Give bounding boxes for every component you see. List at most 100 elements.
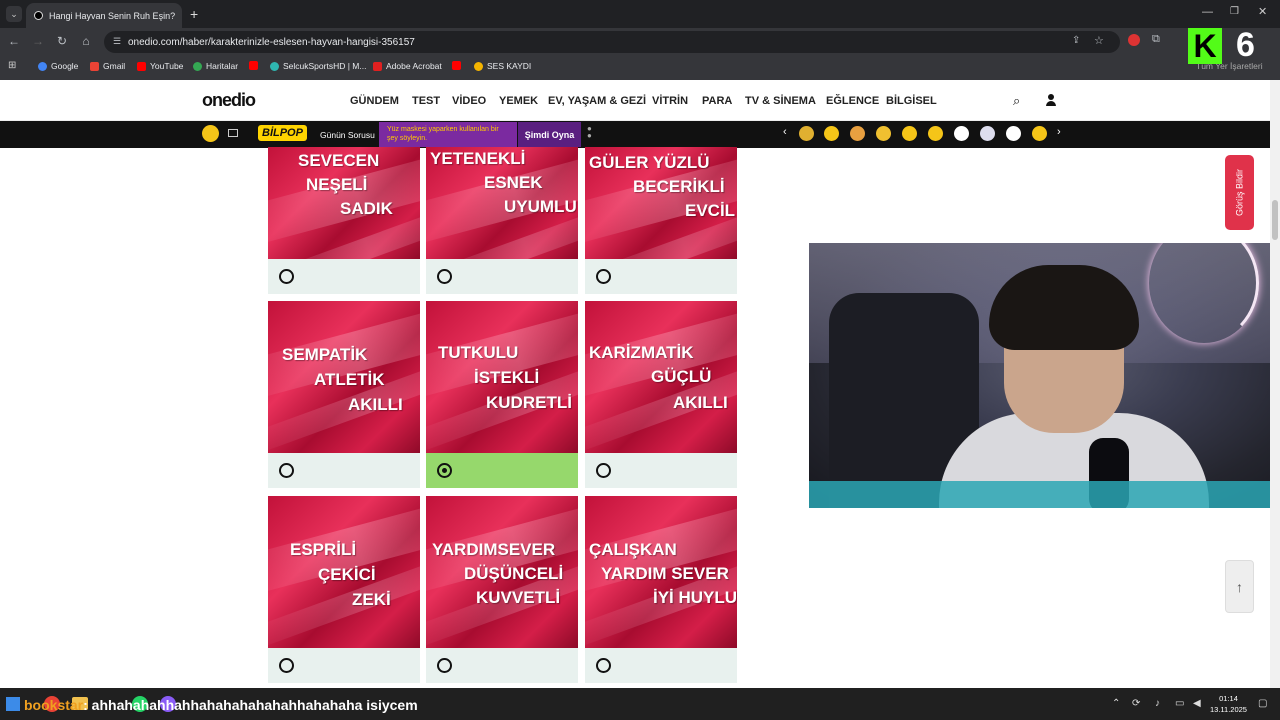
bilpop-question[interactable]: Yüz maskesi yaparken kullanılan bir şey … bbox=[379, 122, 517, 147]
bookmark-maps[interactable]: Haritalar bbox=[193, 61, 238, 71]
bilpop-play-button[interactable]: Şimdi Oyna bbox=[518, 122, 581, 147]
back-arrow-icon[interactable]: ← bbox=[6, 34, 22, 48]
quiz-option-image[interactable]: TUTKULU İSTEKLİ KUDRETLİ bbox=[426, 301, 578, 453]
quiz-option-card[interactable]: GÜLER YÜZLÜ BECERİKLİ EVCİL bbox=[585, 147, 737, 294]
tray-mic-icon[interactable]: ♪ bbox=[1155, 698, 1160, 709]
nav-yemek[interactable]: YEMEK bbox=[499, 95, 538, 107]
bilpop-card-icon[interactable] bbox=[228, 129, 238, 137]
install-icon[interactable]: ⇪ bbox=[1072, 35, 1080, 46]
feedback-button[interactable]: Görüş Bildir bbox=[1225, 155, 1254, 230]
quiz-answer-row[interactable] bbox=[268, 453, 420, 488]
forward-arrow-icon[interactable]: → bbox=[30, 34, 46, 48]
radio-unchecked-icon[interactable] bbox=[279, 463, 294, 478]
radio-unchecked-icon[interactable] bbox=[279, 658, 294, 673]
nav-video[interactable]: VİDEO bbox=[452, 95, 486, 107]
window-restore-icon[interactable]: ❐ bbox=[1230, 6, 1239, 17]
radio-unchecked-icon[interactable] bbox=[596, 269, 611, 284]
quiz-option-image[interactable]: SEVECEN NEŞELİ SADIK bbox=[268, 147, 420, 259]
quiz-answer-row[interactable] bbox=[426, 648, 578, 683]
emoji-reaction-icon[interactable] bbox=[876, 126, 891, 141]
quiz-option-card[interactable]: SEMPATİK ATLETİK AKILLI bbox=[268, 301, 420, 488]
quiz-option-image[interactable]: YARDIMSEVER DÜŞÜNCELİ KUVVETLİ bbox=[426, 496, 578, 648]
user-icon[interactable] bbox=[1046, 94, 1056, 106]
radio-unchecked-icon[interactable] bbox=[437, 269, 452, 284]
bookmark-gmail[interactable]: Gmail bbox=[90, 61, 125, 71]
quiz-option-card[interactable]: YARDIMSEVER DÜŞÜNCELİ KUVVETLİ bbox=[426, 496, 578, 683]
quiz-option-card[interactable]: ÇALIŞKAN YARDIM SEVER İYİ HUYLU bbox=[585, 496, 737, 683]
bookmark-ses-kaydi[interactable]: SES KAYDI bbox=[474, 61, 531, 71]
emoji-reaction-icon[interactable] bbox=[928, 126, 943, 141]
bookmark-google[interactable]: Google bbox=[38, 61, 78, 71]
tray-network-icon[interactable]: ▭ bbox=[1175, 698, 1184, 709]
emoji-reaction-icon[interactable] bbox=[954, 126, 969, 141]
emoji-next-icon[interactable]: › bbox=[1057, 126, 1061, 138]
quiz-answer-row[interactable] bbox=[585, 648, 737, 683]
nav-vitrin[interactable]: VİTRİN bbox=[652, 95, 688, 107]
emoji-reaction-icon[interactable] bbox=[1032, 126, 1047, 141]
quiz-option-image[interactable]: ESPRİLİ ÇEKİCİ ZEKİ bbox=[268, 496, 420, 648]
quiz-option-image[interactable]: KARİZMATİK GÜÇLÜ AKILLI bbox=[585, 301, 737, 453]
quiz-option-image[interactable]: SEMPATİK ATLETİK AKILLI bbox=[268, 301, 420, 453]
quiz-answer-row[interactable] bbox=[268, 259, 420, 294]
bilpop-more-icon[interactable]: ● ● bbox=[587, 125, 592, 140]
quiz-option-card[interactable]: TUTKULU İSTEKLİ KUDRETLİ bbox=[426, 301, 578, 488]
quiz-answer-row[interactable] bbox=[585, 259, 737, 294]
quiz-answer-row[interactable] bbox=[585, 453, 737, 488]
bookmark-youtube-3[interactable] bbox=[452, 61, 461, 70]
tray-chevron-icon[interactable]: ⌃ bbox=[1112, 698, 1120, 709]
bookmark-star-icon[interactable]: ☆ bbox=[1094, 34, 1104, 47]
search-icon[interactable]: ⌕ bbox=[1013, 93, 1020, 109]
page-scrollbar[interactable] bbox=[1270, 80, 1280, 688]
emoji-reaction-icon[interactable] bbox=[980, 126, 995, 141]
emoji-prev-icon[interactable]: ‹ bbox=[783, 126, 787, 138]
window-close-icon[interactable]: ✕ bbox=[1258, 5, 1267, 18]
quiz-option-image[interactable]: GÜLER YÜZLÜ BECERİKLİ EVCİL bbox=[585, 147, 737, 259]
quiz-option-card[interactable]: ESPRİLİ ÇEKİCİ ZEKİ bbox=[268, 496, 420, 683]
home-icon[interactable]: ⌂ bbox=[78, 34, 94, 48]
nav-bilgisel[interactable]: BİLGİSEL bbox=[886, 95, 937, 107]
emoji-reaction-icon[interactable] bbox=[902, 126, 917, 141]
tab-search-button[interactable]: ⌄ bbox=[6, 6, 22, 22]
radio-unchecked-icon[interactable] bbox=[279, 269, 294, 284]
radio-unchecked-icon[interactable] bbox=[596, 463, 611, 478]
apps-grid-icon[interactable]: ⊞ bbox=[8, 60, 16, 71]
bookmark-selcuksports[interactable]: SelcukSportsHD | M... bbox=[270, 61, 366, 71]
quiz-answer-row[interactable] bbox=[426, 259, 578, 294]
address-bar[interactable]: ☰ onedio.com/haber/karakterinizle-eslese… bbox=[104, 31, 1120, 53]
quiz-answer-row[interactable] bbox=[268, 648, 420, 683]
bilpop-logo[interactable]: BİLPOP bbox=[258, 125, 307, 141]
emoji-reaction-icon[interactable] bbox=[824, 126, 839, 141]
notification-icon[interactable]: ▢ bbox=[1258, 698, 1267, 709]
tray-volume-icon[interactable]: ◀ bbox=[1193, 698, 1201, 709]
extension-icon[interactable] bbox=[1128, 34, 1140, 46]
radio-unchecked-icon[interactable] bbox=[596, 658, 611, 673]
nav-para[interactable]: PARA bbox=[702, 95, 732, 107]
emoji-reaction-icon[interactable] bbox=[1006, 126, 1021, 141]
site-info-icon[interactable]: ☰ bbox=[113, 36, 121, 47]
scroll-top-button[interactable]: ↑ bbox=[1225, 560, 1254, 613]
bookmark-youtube[interactable]: YouTube bbox=[137, 61, 183, 71]
quiz-option-card[interactable]: KARİZMATİK GÜÇLÜ AKILLI bbox=[585, 301, 737, 488]
quiz-option-card[interactable]: YETENEKLİ ESNEK UYUMLU bbox=[426, 147, 578, 294]
bilpop-emoji-icon[interactable] bbox=[202, 125, 219, 142]
radio-unchecked-icon[interactable] bbox=[437, 658, 452, 673]
reload-icon[interactable]: ↻ bbox=[54, 34, 70, 48]
new-tab-button[interactable]: + bbox=[190, 6, 198, 22]
quiz-option-image[interactable]: YETENEKLİ ESNEK UYUMLU bbox=[426, 147, 578, 259]
tray-sync-icon[interactable]: ⟳ bbox=[1132, 698, 1140, 709]
nav-gundem[interactable]: GÜNDEM bbox=[350, 95, 399, 107]
taskbar-clock[interactable]: 01:14 13.11.2025 bbox=[1210, 693, 1247, 715]
nav-eglence[interactable]: EĞLENCE bbox=[826, 95, 879, 107]
nav-test[interactable]: TEST bbox=[412, 95, 440, 107]
onedio-logo[interactable]: onedio bbox=[202, 90, 256, 111]
quiz-option-card[interactable]: SEVECEN NEŞELİ SADIK bbox=[268, 147, 420, 294]
radio-checked-icon[interactable] bbox=[437, 463, 452, 478]
windows-start-icon[interactable] bbox=[6, 697, 20, 711]
bookmark-adobe-acrobat[interactable]: Adobe Acrobat bbox=[373, 61, 442, 71]
quiz-answer-selected[interactable] bbox=[426, 453, 578, 488]
bookmark-youtube-2[interactable] bbox=[249, 61, 258, 70]
tab-close-icon[interactable]: ✕ bbox=[181, 9, 182, 22]
emoji-reaction-icon[interactable] bbox=[850, 126, 865, 141]
browser-tab-active[interactable]: Hangi Hayvan Senin Ruh Eşin? ✕ bbox=[26, 3, 182, 28]
nav-ev-yasam-gezi[interactable]: EV, YAŞAM & GEZİ bbox=[548, 95, 646, 107]
